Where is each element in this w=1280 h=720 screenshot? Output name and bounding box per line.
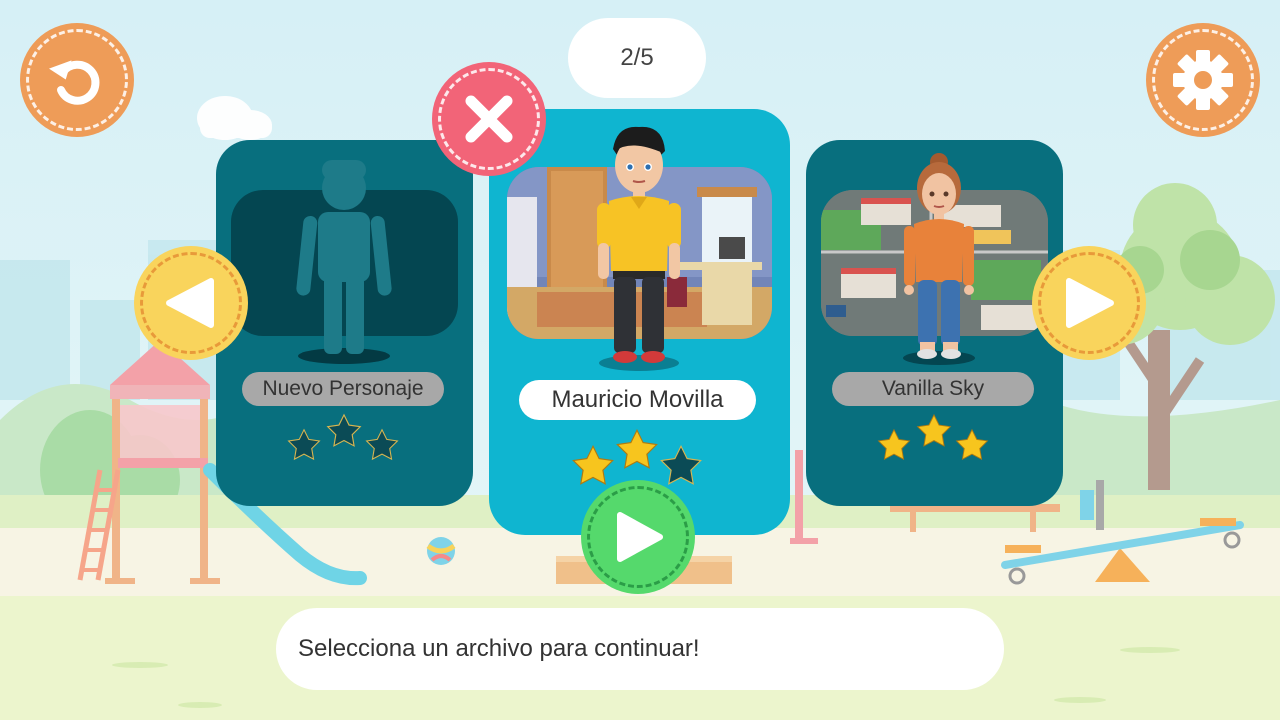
character-card-mauricio-movilla[interactable]: Mauricio Movilla [489,109,790,535]
boy-avatar [597,126,681,371]
girl-avatar [903,153,975,365]
instruction-text: Selecciona un archivo para continuar! [298,635,700,662]
star-empty-icon [287,428,321,461]
star-filled-icon [616,429,658,469]
page-counter: 2/5 [568,18,706,98]
character-name-label: Nuevo Personaje [242,372,444,406]
character-name-label: Vanilla Sky [832,372,1034,406]
play-button[interactable] [581,480,695,594]
previous-character-button[interactable] [134,246,248,360]
silhouette-avatar [296,160,392,364]
character-name-label: Mauricio Movilla [519,380,756,420]
settings-button[interactable] [1146,23,1260,137]
delete-character-button[interactable] [432,62,546,176]
star-empty-icon [326,413,362,447]
star-filled-icon [916,413,952,447]
star-empty-icon [365,428,399,461]
star-rating [287,413,399,461]
star-filled-icon [955,428,989,460]
star-filled-icon [572,445,614,485]
next-character-button[interactable] [1032,246,1146,360]
star-rating [877,413,989,460]
star-filled-icon [877,428,911,460]
back-button[interactable] [20,23,134,137]
star-empty-icon [660,445,702,485]
character-card-vanilla-sky[interactable]: Vanilla Sky [806,140,1063,506]
instruction-message: Selecciona un archivo para continuar! [276,608,1004,690]
character-card-nuevo-personaje[interactable]: Nuevo Personaje [216,140,473,506]
